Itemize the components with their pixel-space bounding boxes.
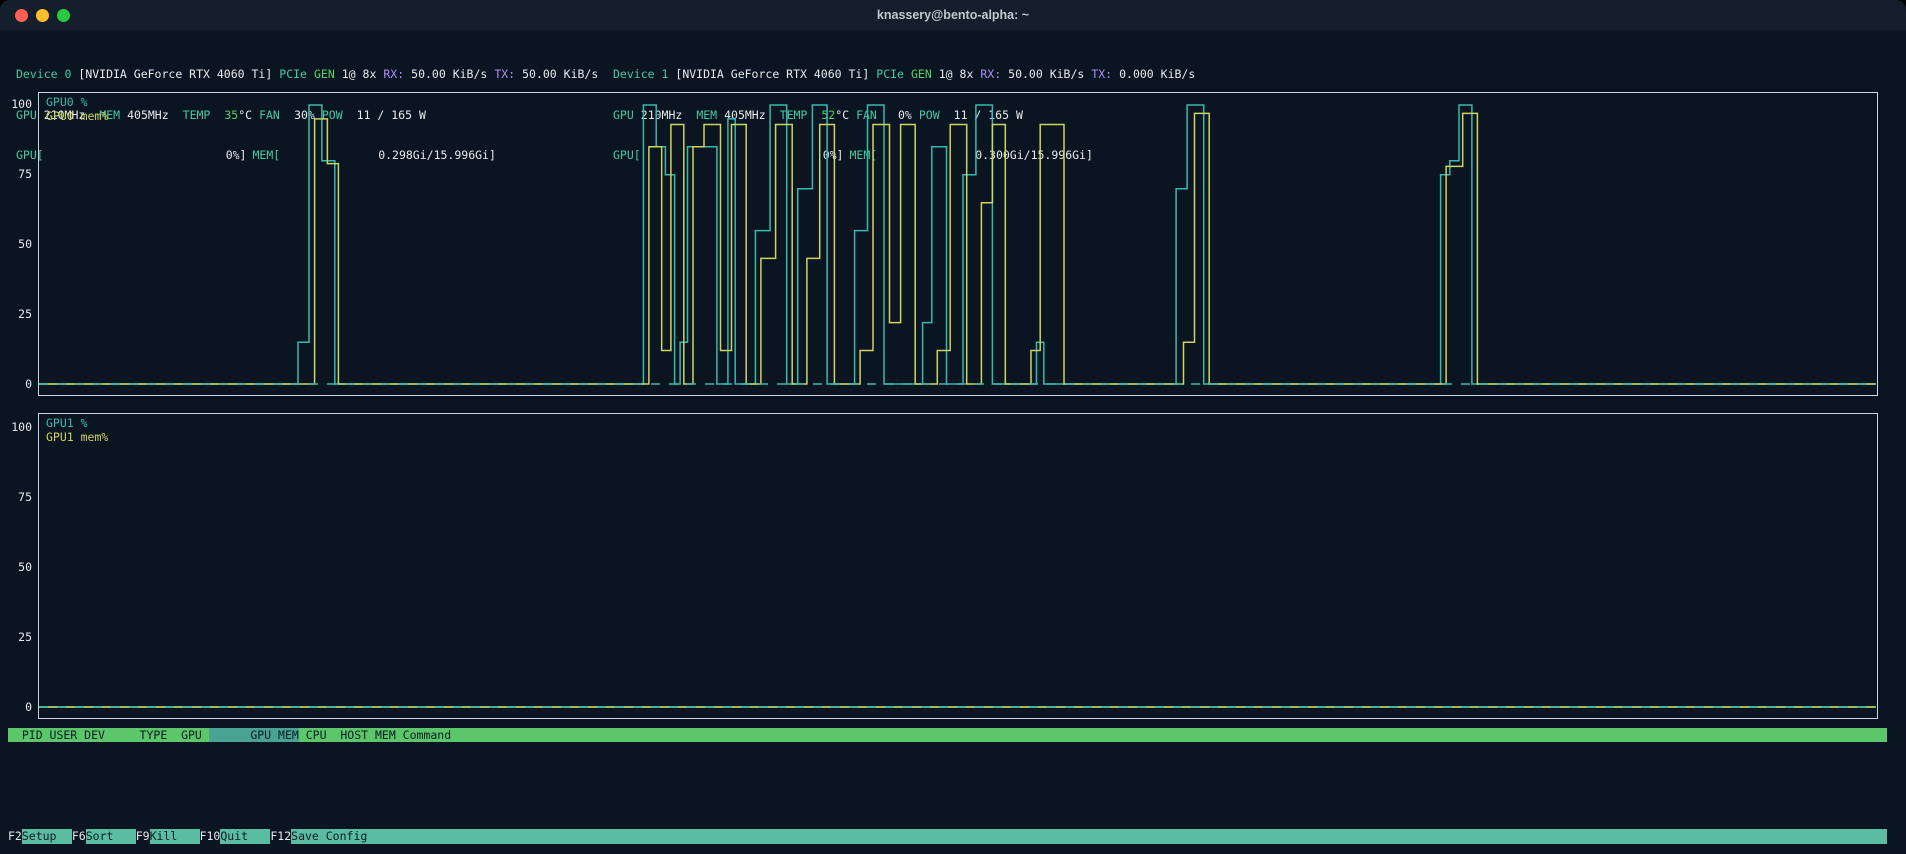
fkey-action-sort[interactable]: Sort	[86, 829, 136, 844]
sort-column-gpu-mem[interactable]: GPU MEM	[209, 728, 299, 742]
chart-legend-item: GPU1 mem%	[46, 431, 108, 445]
y-axis-tick-label: 75	[0, 168, 32, 182]
gpu0-chart-plot	[39, 93, 1876, 394]
y-axis-tick-label: 25	[0, 631, 32, 645]
fkey-label-f10: F10	[200, 829, 221, 844]
fkey-action-quit[interactable]: Quit	[220, 829, 270, 844]
y-axis-tick-label: 100	[0, 421, 32, 435]
process-table-header: PID USER DEV TYPE GPU GPU MEM CPU HOST M…	[8, 728, 1887, 742]
terminal-window: knassery@bento-alpha: ~ Device 0[NVIDIA …	[0, 0, 1906, 854]
y-axis-tick-label: 100	[0, 98, 32, 112]
fkey-action-setup[interactable]: Setup	[22, 829, 72, 844]
close-button-icon[interactable]	[15, 9, 28, 22]
y-axis-tick-label: 25	[0, 308, 32, 322]
device-0-line1: Device 0[NVIDIA GeForce RTX 4060 Ti]PCIe…	[16, 68, 598, 82]
table-header-columns[interactable]: PID USER DEV TYPE GPU	[8, 728, 209, 742]
chart-series-gpu0-mem-	[39, 113, 1876, 384]
gpu1-chart-y-axis: 100 75 50 25 0	[0, 421, 32, 714]
y-axis-tick-label: 50	[0, 561, 32, 575]
y-axis-tick-label: 0	[0, 378, 32, 392]
nvtop-screen: Device 0[NVIDIA GeForce RTX 4060 Ti]PCIe…	[0, 30, 1906, 854]
fkey-label-f9: F9	[136, 829, 150, 844]
window-title: knassery@bento-alpha: ~	[877, 8, 1029, 22]
y-axis-tick-label: 50	[0, 238, 32, 252]
fkey-label-f12: F12	[270, 829, 291, 844]
gpu1-utilization-chart: GPU1 %GPU1 mem%	[38, 413, 1878, 719]
chart-legend-item: GPU0 mem%	[46, 110, 108, 124]
table-header-columns[interactable]: CPU HOST MEM Command	[299, 728, 1887, 742]
gpu0-chart-legend: GPU0 %GPU0 mem%	[46, 96, 108, 123]
chart-legend-item: GPU0 %	[46, 96, 108, 110]
gpu1-chart-legend: GPU1 %GPU1 mem%	[46, 417, 108, 444]
y-axis-tick-label: 75	[0, 491, 32, 505]
fkey-label-f6: F6	[72, 829, 86, 844]
gpu0-chart-y-axis: 100 75 50 25 0	[0, 98, 32, 391]
traffic-lights	[15, 9, 70, 22]
fkey-action-save-config[interactable]: Save Config	[291, 829, 1887, 844]
y-axis-tick-label: 0	[0, 701, 32, 715]
fkey-label-f2: F2	[8, 829, 22, 844]
fkey-action-kill[interactable]: Kill	[150, 829, 200, 844]
minimize-button-icon[interactable]	[36, 9, 49, 22]
device-1-line1: Device 1[NVIDIA GeForce RTX 4060 Ti]PCIe…	[613, 68, 1195, 82]
gpu0-utilization-chart: GPU0 %GPU0 mem%	[38, 92, 1878, 396]
chart-legend-item: GPU1 %	[46, 417, 108, 431]
gpu1-chart-plot	[39, 414, 1876, 717]
zoom-button-icon[interactable]	[57, 9, 70, 22]
function-key-bar: F2SetupF6SortF9KillF10QuitF12Save Config	[8, 829, 1887, 844]
titlebar: knassery@bento-alpha: ~	[0, 0, 1906, 30]
